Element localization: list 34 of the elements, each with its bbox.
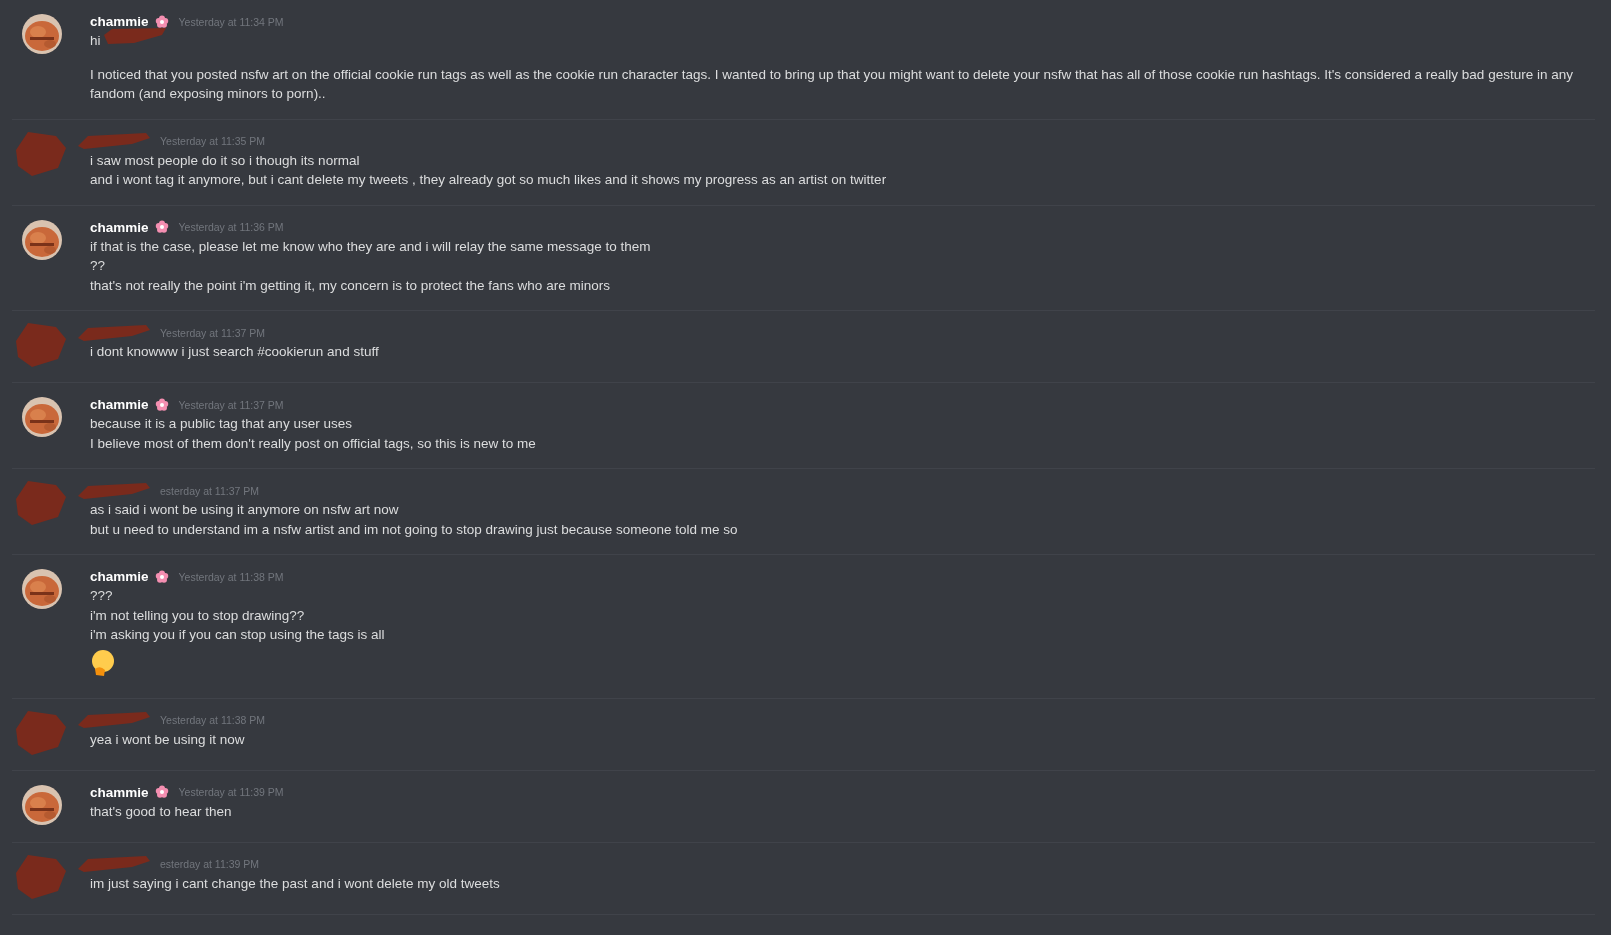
message-text: as i said i wont be using it anymore on nsfw art now [90,502,399,517]
message-text: i dont knowww i just search #cookierun and stuff [90,344,379,359]
message-text: if that is the case, please let me know who they are and i will relay the same message to them [90,238,651,254]
message-text: that's good to hear then [90,803,232,819]
timestamp: Yesterday at 11:39 PM [178,786,284,798]
message-text: yea i wont be using it now [90,731,245,747]
message-text: im just saying i cant change the past and i wont delete my old tweets [90,875,500,891]
timestamp: esterday at 11:37 PM [160,484,260,497]
thinking-emoji-icon [90,648,116,677]
username[interactable]: chammie [90,784,149,800]
message-text: because it is a public tag that any user uses [90,416,352,431]
message-text: and i wont tag it anymore, but i cant delete my tweets , they already got so much likes and it shows my progress as an artist on twitter [90,172,887,187]
timestamp: Yesterday at 11:38 PM [160,714,266,726]
message-text: ??? [90,588,113,603]
message-text: but u need to understand im a nsfw artist and im not going to stop drawing just because someone told me so [90,521,738,537]
message-text: ?? [90,258,106,273]
timestamp: Yesterday at 11:34 PM [178,15,284,28]
message-text: I believe most of them don't really post on official tags, so this is new to me [90,435,536,451]
message-text: i'm not telling you to stop drawing?? [90,607,305,623]
message-text: hi [90,33,101,48]
timestamp: Yesterday at 11:35 PM [160,135,266,147]
message-text: i saw most people do it so i though its normal [90,152,360,168]
message-text: that's not really the point i'm getting it, my concern is to protect the fans who are minors [90,277,610,293]
message-text: I noticed that you posted nsfw art on the official cookie run tags as well as the cookie run character tags. I wanted to bring up that you might want to delete your nsfw that has all of those cookie run hashtags. It's considered a really bad gesture in any fandom (and exposing minors to porn).. [90,66,1573,101]
username[interactable]: chammie [90,569,149,584]
timestamp: Yesterday at 11:37 PM [160,326,266,339]
timestamp: esterday at 11:39 PM [160,858,260,870]
timestamp: Yesterday at 11:38 PM [178,570,284,583]
username[interactable]: chammie [90,14,149,29]
username[interactable]: chammie [90,397,149,412]
username[interactable]: chammie [90,219,149,235]
message-text: i'm asking you if you can stop using the tags is all [90,627,385,642]
timestamp: Yesterday at 11:37 PM [178,398,284,411]
timestamp: Yesterday at 11:36 PM [178,221,284,233]
